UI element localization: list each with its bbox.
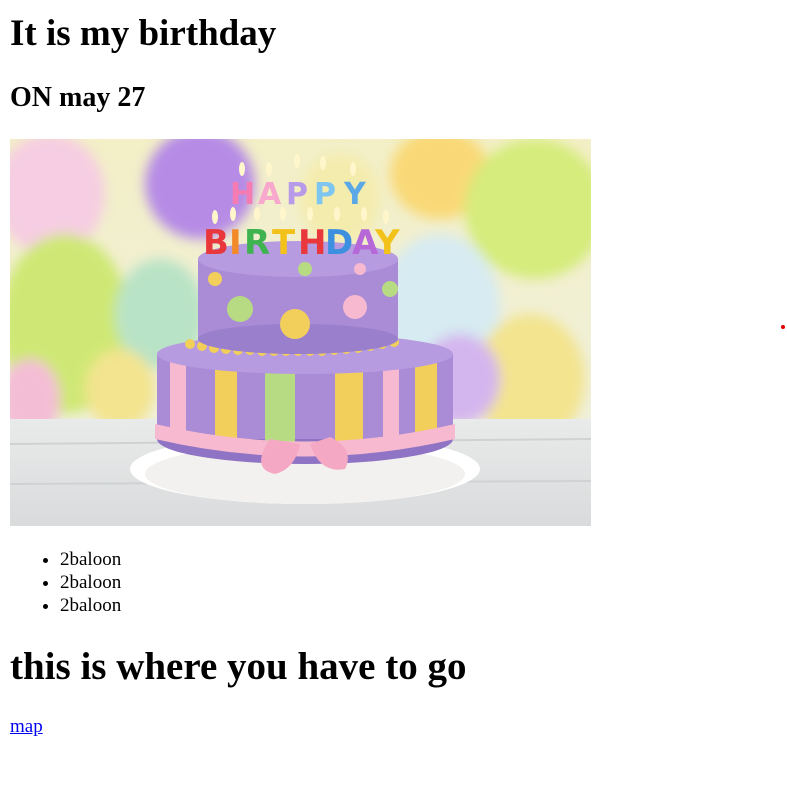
svg-text:D: D [325,223,353,263]
list-item: 2baloon [60,548,777,571]
map-link[interactable]: map [10,716,43,738]
list-item: 2baloon [60,594,777,617]
svg-text:B: B [203,223,229,263]
list-item: 2baloon [60,571,777,594]
balloon-list: 2baloon 2baloon 2baloon [10,548,777,617]
birthday-cake-photo: H A P P Y B I R T H D A Y [10,139,591,526]
svg-text:A: A [258,177,282,212]
svg-text:H: H [298,223,326,263]
svg-text:Y: Y [374,223,400,263]
svg-text:H: H [230,177,255,212]
page: It is my birthday ON may 27 H A P P Y B … [0,13,787,738]
page-title: It is my birthday [10,13,277,54]
svg-text:R: R [244,223,270,263]
svg-text:I: I [229,223,242,263]
svg-text:P: P [314,177,336,212]
svg-text:T: T [272,223,296,263]
directions-heading: this is where you have to go [10,645,467,688]
svg-text:P: P [286,177,308,212]
marker-dot [781,325,785,329]
date-subtitle: ON may 27 [10,82,146,113]
svg-text:Y: Y [343,177,367,212]
